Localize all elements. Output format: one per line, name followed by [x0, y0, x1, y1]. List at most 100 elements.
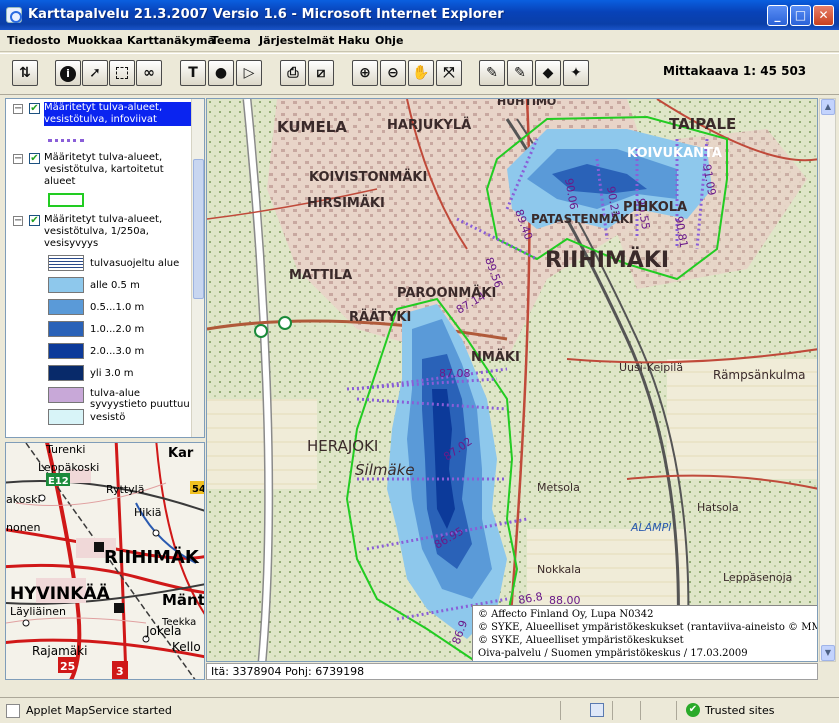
legend-swatch: [48, 343, 84, 359]
legend-scrollbar[interactable]: [191, 99, 204, 437]
overview-label: akoski: [6, 493, 41, 506]
polygon-tool-button[interactable]: ▷: [236, 60, 262, 86]
window-title: Karttapalvelu 21.3.2007 Versio 1.6 - Mic…: [28, 7, 504, 22]
legend-class-label: tulva-alue syvyystieto puuttuu: [90, 388, 190, 410]
title-bar: Karttapalvelu 21.3.2007 Versio 1.6 - Mic…: [0, 0, 839, 30]
edit-layer-2-button[interactable]: ✎: [507, 60, 533, 86]
overview-label: Leppäkoski: [38, 461, 99, 474]
forward-button[interactable]: ✦: [563, 60, 589, 86]
polygon-tool-icon: ▷: [243, 65, 255, 81]
overview-label: E12: [48, 476, 69, 487]
collapse-toggle[interactable]: −: [13, 154, 23, 164]
info-button[interactable]: i: [55, 60, 81, 86]
menu-muokkaa[interactable]: Muokkaa: [67, 34, 123, 47]
menu-ohje[interactable]: Ohje: [375, 34, 403, 47]
overview-label: 25: [60, 660, 75, 673]
edit-layer-2-icon: ✎: [514, 65, 526, 81]
place-label: Leppäsenoja: [723, 571, 792, 584]
window-vertical-scrollbar[interactable]: ▲ ▼: [819, 98, 836, 662]
overview-label: HYVINKÄÄ: [10, 582, 111, 604]
place-label: HUHTIMO: [497, 99, 556, 108]
legend-group-title[interactable]: Määritetyt tulva-alueet, vesistötulva, 1…: [44, 214, 162, 250]
text-tool-button[interactable]: T: [180, 60, 206, 86]
place-label: KOIVUKANTA: [627, 146, 722, 161]
menu-haku[interactable]: Haku: [338, 34, 370, 47]
legend-swatch: [48, 409, 84, 425]
print-button[interactable]: ⎙: [280, 60, 306, 86]
overview-label: Läyliäinen: [10, 605, 66, 618]
edit-layer-1-button[interactable]: ✎: [479, 60, 505, 86]
scroll-down-icon[interactable]: ▼: [821, 645, 835, 661]
legend-class-label: yli 3.0 m: [90, 368, 134, 379]
legend-class-label: tulvasuojeltu alue: [90, 258, 180, 269]
legend-class-label: 0.5...1.0 m: [90, 302, 145, 313]
minimize-button[interactable]: _: [767, 5, 788, 26]
legend-scroll-thumb[interactable]: [193, 159, 204, 299]
place-label: KOIVISTONMÄKI: [309, 169, 427, 185]
menu-bar: Tiedosto Muokkaa Karttanäkymä Teema Järj…: [0, 30, 839, 52]
status-divider: [676, 701, 677, 720]
back-button[interactable]: ◆: [535, 60, 561, 86]
pointer-button[interactable]: ➚: [82, 60, 108, 86]
maximize-button[interactable]: □: [790, 5, 811, 26]
overview-label: 54: [192, 484, 205, 495]
binoculars-icon: ∞: [143, 65, 155, 81]
overview-label: Kello: [172, 640, 201, 654]
place-label: Rämpsänkulma: [713, 368, 806, 382]
place-label: Silmäke: [355, 461, 415, 479]
menu-tiedosto[interactable]: Tiedosto: [7, 34, 61, 47]
legend-group-title[interactable]: Määritetyt tulva-alueet, vesistötulva, i…: [44, 102, 192, 126]
text-tool-icon: T: [188, 65, 198, 81]
place-label: PATASTENMÄKI: [531, 211, 634, 226]
point-tool-button[interactable]: ●: [208, 60, 234, 86]
kartoitettu-alue-swatch: [48, 193, 84, 207]
overview-label: RIIHIMÄK: [104, 546, 200, 568]
overview-label: Teekka: [161, 617, 196, 628]
find-button[interactable]: ∞: [136, 60, 162, 86]
main-map-svg: 87.14 87.08 87.02 86.95 89.56 89.40 90.0…: [207, 99, 817, 661]
layer-checkbox-vesisyvyys[interactable]: ✔: [29, 215, 40, 226]
print-icon: ⎙: [287, 65, 299, 81]
close-button[interactable]: ✕: [813, 5, 834, 26]
place-label: Hatsola: [697, 501, 739, 514]
place-label: MATTILA: [289, 268, 352, 283]
select-box-button[interactable]: [109, 60, 135, 86]
refresh-icon: ⇅: [19, 65, 31, 81]
legend-class-label: 1.0...2.0 m: [90, 324, 145, 335]
place-label: PIHKOLA: [623, 200, 687, 215]
refresh-button[interactable]: ⇅: [12, 60, 38, 86]
scroll-up-icon[interactable]: ▲: [821, 99, 835, 115]
main-map[interactable]: 87.14 87.08 87.02 86.95 89.56 89.40 90.0…: [206, 98, 818, 662]
layer-checkbox-infoviivat[interactable]: ✔: [29, 103, 40, 114]
trusted-check-icon: ✔: [686, 703, 700, 717]
overview-label: nonen: [6, 521, 40, 534]
legend-group-title[interactable]: Määritetyt tulva-alueet, vesistötulva, k…: [44, 152, 164, 188]
collapse-toggle[interactable]: −: [13, 104, 23, 114]
place-label: HIRSIMÄKI: [307, 195, 385, 211]
place-label: PAROONMÄKI: [397, 285, 496, 301]
legend-swatch: [48, 277, 84, 293]
overview-label: Turenki: [45, 443, 85, 456]
status-message: Applet MapService started: [26, 704, 172, 717]
zoom-in-button[interactable]: ⊕: [352, 60, 378, 86]
overview-map[interactable]: Turenki Leppäkoski Ryttylä E12 54 Hikiä …: [5, 442, 205, 680]
place-label: Uusi-Keipilä: [619, 361, 683, 374]
menu-jarjestelmat[interactable]: Järjestelmät: [259, 34, 334, 47]
place-label: ALAMPI: [630, 521, 672, 534]
pan-button[interactable]: ✋: [408, 60, 434, 86]
legend-swatch: [48, 299, 84, 315]
zoom-out-button[interactable]: ⊖: [380, 60, 406, 86]
layer-checkbox-kartoitetut[interactable]: ✔: [29, 153, 40, 164]
legend-class-label: 2.0...3.0 m: [90, 346, 145, 357]
overview-label: Mänt: [162, 591, 205, 609]
overview-label: Hikiä: [134, 506, 162, 519]
legend-swatch: [48, 321, 84, 337]
collapse-toggle[interactable]: −: [13, 216, 23, 226]
export-button[interactable]: ⧄: [308, 60, 334, 86]
menu-teema[interactable]: Teema: [211, 34, 251, 47]
full-extent-button[interactable]: ⤧: [436, 60, 462, 86]
status-bar: Applet MapService started ✔ Trusted site…: [0, 697, 839, 723]
menu-karttanakyma[interactable]: Karttanäkymä: [127, 34, 215, 47]
place-label: NMÄKI: [471, 349, 520, 365]
pointer-icon: ➚: [89, 65, 101, 81]
